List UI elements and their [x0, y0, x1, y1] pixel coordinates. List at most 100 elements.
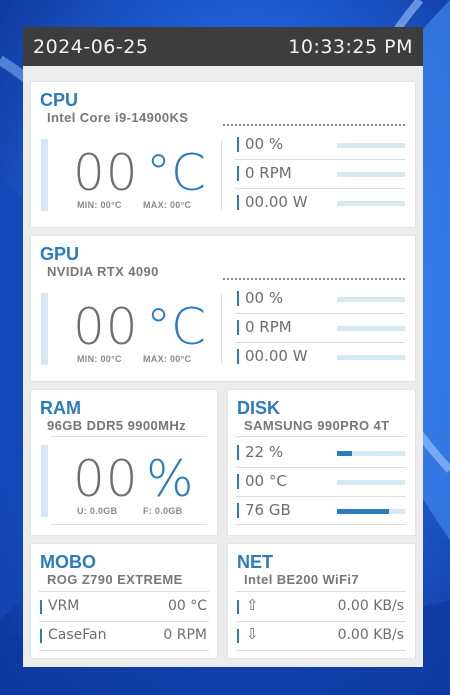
divider: [221, 294, 222, 364]
disk-space-value: 76 GB: [245, 501, 291, 519]
time-label: 10:33:25 PM: [288, 36, 413, 58]
net-upload-row: ⇧ 0.00 KB/s: [237, 596, 404, 618]
disk-temp-value: 00 °C: [245, 472, 287, 490]
cpu-load-metric: 00 %: [237, 134, 405, 156]
divider: [236, 524, 406, 525]
disk-usage-value: 22 %: [245, 443, 284, 461]
accent-tick: [237, 600, 239, 614]
mobo-vrm-row: VRM 00 °C: [40, 596, 207, 618]
cpu-power-bar: [337, 201, 405, 206]
gpu-card: GPU NVIDIA RTX 4090 00 °C MIN: 00°C MAX:…: [31, 236, 415, 381]
mobo-casefan-row: CaseFan 0 RPM: [40, 625, 207, 647]
accent-tick: [237, 195, 239, 210]
disk-usage-bar: [337, 451, 405, 456]
divider: [236, 591, 406, 592]
divider: [223, 124, 405, 126]
accent-tick: [40, 600, 42, 614]
gpu-temp-value: 00: [73, 298, 139, 356]
mobo-vrm-value: 00 °C: [167, 598, 207, 614]
gpu-fan-bar: [337, 326, 405, 331]
gpu-load-metric: 00 %: [237, 288, 405, 310]
disk-model: SAMSUNG 990PRO 4T: [244, 418, 390, 433]
cpu-power-value: 00.00 W: [245, 193, 308, 211]
cpu-temp-min: MIN: 00°C: [77, 200, 122, 210]
gpu-load-bar: [337, 297, 405, 302]
system-monitor-widget: 2024-06-25 10:33:25 PM CPU Intel Core i9…: [23, 27, 423, 667]
cpu-fan-bar: [337, 172, 405, 177]
divider: [235, 313, 405, 314]
accent-tick: [237, 503, 239, 518]
progress-fill: [337, 451, 352, 456]
gpu-temp-max: MAX: 00°C: [143, 354, 192, 364]
disk-card: DISK SAMSUNG 990PRO 4T 22 % 00 °C 76 GB: [228, 390, 415, 535]
net-card: NET Intel BE200 WiFi7 ⇧ 0.00 KB/s ⇩ 0.00…: [228, 544, 415, 658]
divider: [236, 436, 406, 437]
gpu-model: NVIDIA RTX 4090: [47, 264, 159, 279]
accent-tick: [237, 349, 239, 364]
divider: [235, 159, 405, 160]
cpu-temp-unit: °C: [146, 144, 206, 202]
net-model: Intel BE200 WiFi7: [244, 572, 360, 587]
mobo-vrm-label: VRM: [48, 598, 80, 614]
temp-gauge: [41, 293, 48, 365]
net-upload-value: 0.00 KB/s: [337, 598, 404, 614]
disk-temp-bar: [337, 480, 405, 485]
accent-tick: [237, 474, 239, 489]
cpu-fan-value: 0 RPM: [245, 164, 292, 182]
header-bar: 2024-06-25 10:33:25 PM: [23, 27, 423, 66]
divider: [236, 621, 406, 622]
mobo-title: MOBO: [40, 552, 96, 572]
net-download-row: ⇩ 0.00 KB/s: [237, 625, 404, 647]
divider: [236, 467, 406, 468]
divider: [221, 140, 222, 210]
accent-tick: [237, 629, 239, 643]
divider: [235, 188, 405, 189]
divider: [39, 650, 209, 651]
accent-tick: [237, 291, 239, 306]
disk-title: DISK: [237, 398, 281, 418]
disk-space-metric: 76 GB: [237, 500, 405, 522]
date-label: 2024-06-25: [33, 36, 149, 58]
cpu-fan-metric: 0 RPM: [237, 163, 405, 185]
ram-card: RAM 96GB DDR5 9900MHz 00 % U: 0.0GB F: 0…: [31, 390, 217, 535]
net-download-value: 0.00 KB/s: [337, 627, 404, 643]
ram-usage-unit: %: [146, 450, 194, 508]
net-title: NET: [237, 552, 273, 572]
accent-tick: [237, 166, 239, 181]
ram-free: F: 0.0GB: [143, 506, 183, 516]
divider: [236, 496, 406, 497]
gpu-power-bar: [337, 355, 405, 360]
cpu-model: Intel Core i9-14900KS: [47, 110, 189, 125]
gpu-temp-min: MIN: 00°C: [77, 354, 122, 364]
accent-tick: [237, 445, 239, 460]
gpu-power-metric: 00.00 W: [237, 346, 405, 368]
divider: [235, 342, 405, 343]
gpu-title: GPU: [40, 244, 80, 264]
cpu-power-metric: 00.00 W: [237, 192, 405, 214]
cpu-title: CPU: [40, 90, 79, 110]
divider: [51, 524, 207, 525]
divider: [51, 436, 207, 437]
cpu-load-bar: [337, 143, 405, 148]
download-arrow-icon: ⇩: [246, 625, 259, 643]
disk-space-bar: [337, 509, 405, 514]
accent-tick: [237, 137, 239, 152]
mobo-card: MOBO ROG Z790 EXTREME VRM 00 °C CaseFan …: [31, 544, 217, 658]
gpu-power-value: 00.00 W: [245, 347, 308, 365]
accent-tick: [40, 629, 42, 643]
accent-tick: [237, 320, 239, 335]
gpu-fan-metric: 0 RPM: [237, 317, 405, 339]
mobo-casefan-label: CaseFan: [48, 627, 107, 643]
progress-fill: [337, 509, 389, 514]
gpu-temp-unit: °C: [146, 298, 206, 356]
upload-arrow-icon: ⇧: [246, 596, 259, 614]
divider: [39, 591, 209, 592]
gpu-fan-value: 0 RPM: [245, 318, 292, 336]
cpu-temp-max: MAX: 00°C: [143, 200, 192, 210]
divider: [39, 621, 209, 622]
ram-title: RAM: [40, 398, 81, 418]
mobo-casefan-value: 0 RPM: [163, 627, 207, 643]
cpu-card: CPU Intel Core i9-14900KS 00 °C MIN: 00°…: [31, 82, 415, 227]
divider: [236, 650, 406, 651]
ram-model: 96GB DDR5 9900MHz: [47, 418, 187, 433]
